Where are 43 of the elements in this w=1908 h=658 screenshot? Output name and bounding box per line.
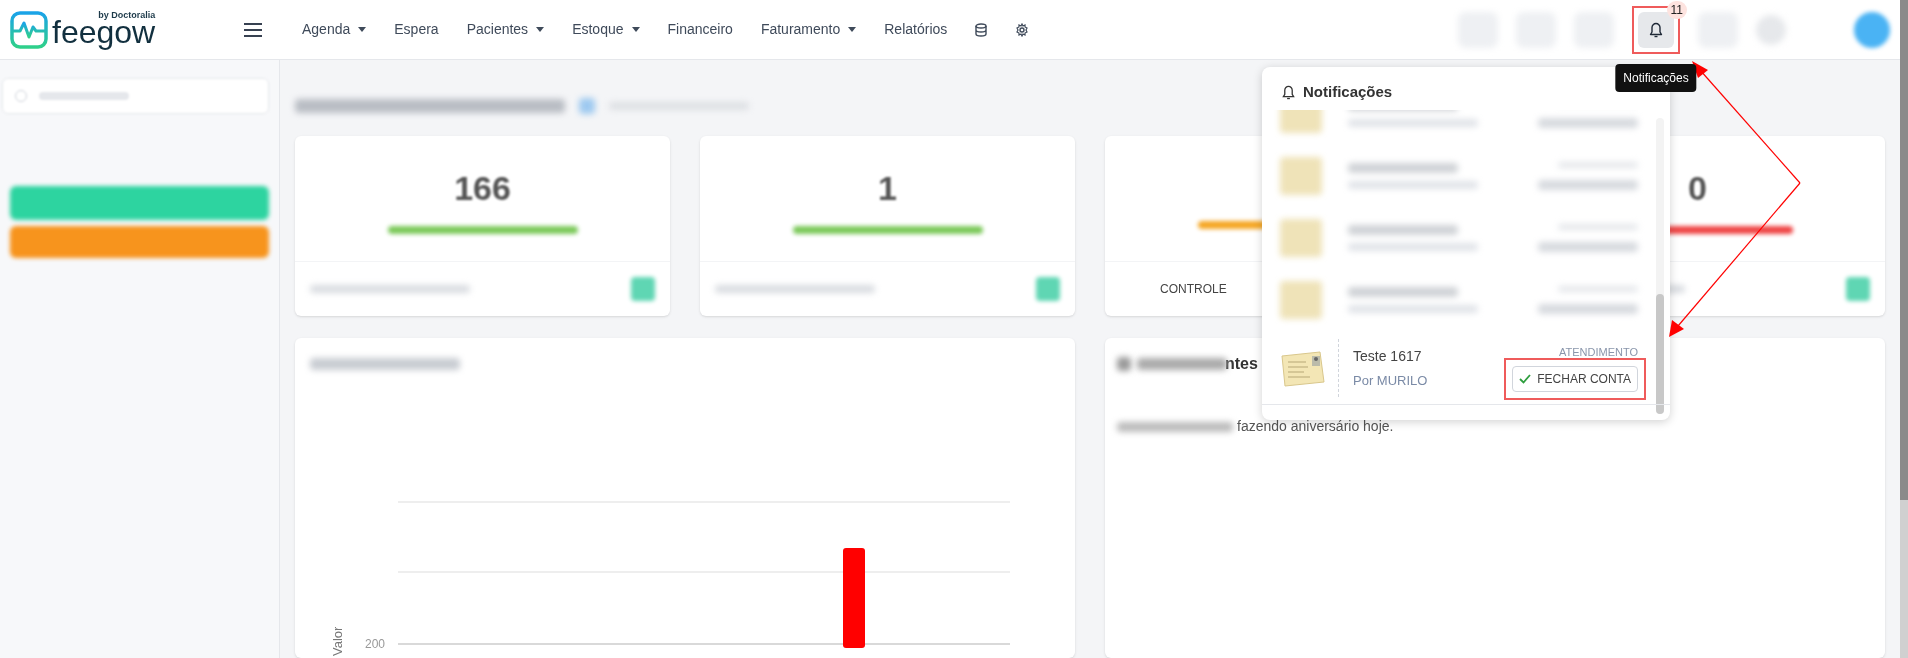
database-icon[interactable]: [975, 22, 988, 37]
notification-title: Teste 1617: [1353, 346, 1423, 366]
nav-link[interactable]: Relatórios: [884, 19, 948, 40]
notification-item[interactable]: Teste 1617 Por MURILO ATENDIMENTO FECHAR CONTA: [1262, 330, 1656, 406]
logo-icon: [10, 10, 48, 49]
id-card-icon: [1280, 348, 1326, 388]
notification-author: Por MURILO: [1353, 371, 1428, 390]
search-field[interactable]: [2, 78, 269, 114]
stat-value: 1: [878, 168, 897, 209]
menu-icon[interactable]: [244, 21, 262, 38]
stat-value: 0: [1688, 168, 1707, 209]
card-title: ntes: [1225, 354, 1258, 374]
scrollbar[interactable]: [1656, 117, 1664, 414]
primary-button[interactable]: [10, 186, 269, 220]
blurred-area: [579, 98, 595, 114]
nav-link[interactable]: Estoque: [572, 19, 640, 40]
blurred-area: [1117, 357, 1131, 371]
card-action-button[interactable]: [1846, 277, 1870, 301]
avatar[interactable]: [1854, 11, 1890, 48]
card-footer-label: CONTROLE: [1160, 281, 1227, 298]
tooltip: Notificações: [1615, 63, 1697, 92]
bell-icon: [1282, 84, 1295, 100]
warning-button[interactable]: [10, 226, 269, 258]
nav-link[interactable]: Pacientes: [466, 19, 545, 40]
page-scrollbar[interactable]: [1900, 0, 1908, 658]
y-tick-label: 200: [364, 637, 385, 651]
bell-icon: [1649, 21, 1663, 38]
nav-link[interactable]: Agenda: [302, 19, 367, 40]
card-action-button[interactable]: [1036, 277, 1060, 301]
toolbar-icon[interactable]: [1756, 14, 1786, 45]
settings-icon[interactable]: [1015, 22, 1030, 37]
close-account-button[interactable]: FECHAR CONTA: [1512, 366, 1638, 393]
stat-value: 166: [454, 168, 511, 209]
check-icon: [1519, 374, 1532, 385]
y-axis-label: Valor: [330, 626, 345, 656]
nav-link[interactable]: Financeiro: [667, 19, 733, 40]
card-action-button[interactable]: [631, 277, 655, 301]
empty-message: fazendo aniversário hoje.: [1237, 417, 1394, 436]
nav-link[interactable]: Espera: [394, 19, 439, 40]
notification-count-badge: 11: [1666, 0, 1687, 19]
notification-category: ATENDIMENTO: [1558, 344, 1638, 360]
panel-title: Notificações: [1303, 82, 1393, 102]
nav-link[interactable]: Faturamento: [760, 19, 857, 40]
